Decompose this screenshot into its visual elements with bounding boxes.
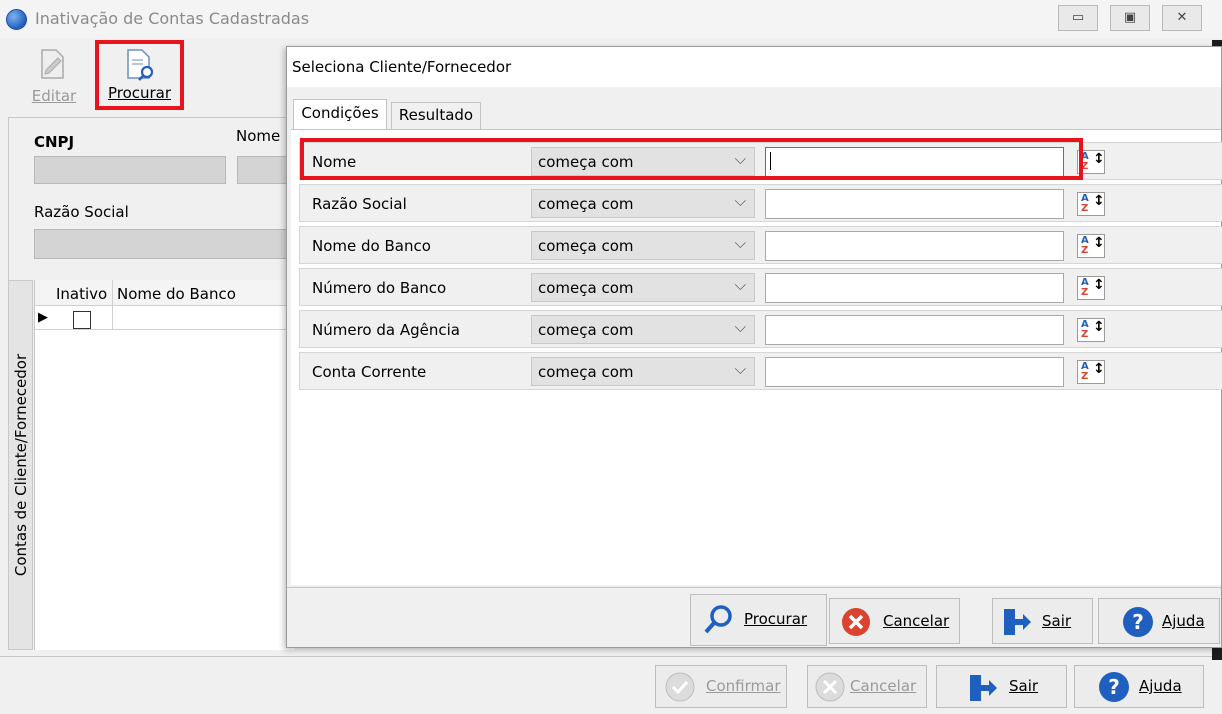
check-icon: [665, 672, 695, 702]
inativo-checkbox[interactable]: [73, 311, 91, 329]
search-document-icon: [127, 49, 154, 81]
dialog-help-button[interactable]: ? Ajuda: [1098, 598, 1220, 644]
row-indicator-icon: ▶: [38, 310, 48, 325]
main-cancel-button[interactable]: Cancelar: [807, 665, 927, 708]
cancel-icon: [815, 672, 845, 702]
edit-button-label: Editar: [31, 87, 77, 105]
operator-value: começa com: [538, 321, 634, 339]
sort-az-icon[interactable]: A Z ↕: [1077, 276, 1105, 300]
condition-label: Número do Banco: [312, 279, 447, 297]
razao-social-input[interactable]: [765, 189, 1064, 219]
svg-text:?: ?: [1132, 610, 1144, 634]
select-client-dialog: Seleciona Cliente/Fornecedor Condições R…: [286, 46, 1222, 648]
condition-row-numero-banco: Número do Banco começa com ⌵ A Z ↕: [299, 268, 1222, 306]
operator-select[interactable]: começa com ⌵: [531, 189, 755, 218]
dialog-help-label: Ajuda: [1162, 612, 1205, 630]
nome-label: Nome F: [236, 127, 294, 145]
conta-corrente-input[interactable]: [765, 357, 1064, 387]
numero-agencia-input[interactable]: [765, 315, 1064, 345]
cnpj-label: CNPJ: [34, 133, 75, 151]
edit-button[interactable]: Editar: [14, 44, 94, 109]
vertical-tab-accounts[interactable]: Contas de Cliente/Fornecedor: [8, 280, 33, 650]
operator-select[interactable]: começa com ⌵: [531, 273, 755, 302]
chevron-down-icon: ⌵: [734, 360, 746, 378]
chevron-down-icon: ⌵: [734, 276, 746, 294]
conditions-panel: Nome começa com ⌵ A Z ↕ Razão Social começa…: [291, 129, 1222, 585]
confirm-label: Confirmar: [706, 677, 781, 695]
chevron-down-icon: ⌵: [734, 192, 746, 210]
operator-value: começa com: [538, 279, 634, 297]
sort-az-icon[interactable]: A Z ↕: [1077, 360, 1105, 384]
main-exit-button[interactable]: Sair: [936, 665, 1067, 708]
restore-button[interactable]: ▣: [1110, 5, 1150, 31]
nome-row-highlight: [300, 138, 1083, 180]
help-icon: ?: [1123, 607, 1153, 637]
cancel-icon: [842, 608, 870, 636]
minimize-button[interactable]: ▭: [1058, 5, 1098, 31]
accounts-grid[interactable]: Inativo Nome do Banco ▶: [34, 280, 295, 650]
operator-select[interactable]: começa com ⌵: [531, 357, 755, 386]
operator-select[interactable]: começa com ⌵: [531, 315, 755, 344]
main-help-label: Ajuda: [1139, 677, 1182, 695]
razao-social-label: Razão Social: [34, 203, 129, 221]
main-help-button[interactable]: ? Ajuda: [1074, 665, 1204, 708]
dialog-cancel-button[interactable]: Cancelar: [829, 598, 960, 644]
operator-value: começa com: [538, 195, 634, 213]
dialog-search-button[interactable]: Procurar: [690, 594, 827, 646]
sort-az-icon[interactable]: A Z ↕: [1077, 192, 1105, 216]
condition-row-numero-agencia: Número da Agência começa com ⌵ A Z ↕: [299, 310, 1222, 348]
sort-az-icon[interactable]: A Z ↕: [1077, 234, 1105, 258]
grid-column-nome-banco[interactable]: Nome do Banco: [117, 285, 236, 303]
toolbar-search-label: Procurar: [107, 84, 172, 102]
dialog-cancel-label: Cancelar: [883, 612, 950, 630]
confirm-button[interactable]: Confirmar: [655, 665, 787, 708]
tab-results[interactable]: Resultado: [391, 102, 481, 129]
sort-az-icon[interactable]: A Z ↕: [1077, 318, 1105, 342]
vertical-tab-label: Contas de Cliente/Fornecedor: [11, 353, 30, 577]
dialog-exit-button[interactable]: Sair: [992, 598, 1093, 644]
toolbar-search-button[interactable]: Procurar: [95, 40, 184, 110]
grid-column-inativo[interactable]: Inativo: [56, 285, 107, 303]
globe-app-icon: [6, 9, 27, 30]
close-button[interactable]: ✕: [1162, 5, 1202, 31]
cnpj-field[interactable]: [34, 156, 226, 184]
search-icon: [704, 605, 732, 634]
help-icon: ?: [1099, 672, 1129, 702]
svg-text:?: ?: [1108, 675, 1120, 699]
chevron-down-icon: ⌵: [734, 318, 746, 336]
condition-row-nome-banco: Nome do Banco começa com ⌵ A Z ↕: [299, 226, 1222, 264]
exit-door-icon: [1004, 609, 1031, 635]
numero-banco-input[interactable]: [765, 273, 1064, 303]
dialog-search-label: Procurar: [744, 610, 808, 628]
dialog-title: Seleciona Cliente/Fornecedor: [292, 58, 512, 76]
condition-label: Número da Agência: [312, 321, 460, 339]
dialog-footer: Procurar Cancelar Sair ? Ajuda: [287, 587, 1221, 647]
condition-label: Razão Social: [312, 195, 407, 213]
condition-label: Nome do Banco: [312, 237, 431, 255]
tab-conditions[interactable]: Condições: [293, 99, 387, 130]
operator-value: começa com: [538, 363, 634, 381]
chevron-down-icon: ⌵: [734, 234, 746, 252]
window-title: Inativação de Contas Cadastradas: [35, 9, 310, 28]
exit-door-icon: [970, 675, 997, 701]
dialog-exit-label: Sair: [1042, 612, 1072, 630]
condition-row-razao-social: Razão Social começa com ⌵ A Z ↕: [299, 184, 1222, 222]
edit-document-icon: [41, 49, 64, 79]
main-exit-label: Sair: [1009, 677, 1039, 695]
nome-field[interactable]: [237, 156, 287, 184]
operator-select[interactable]: começa com ⌵: [531, 231, 755, 260]
condition-label: Conta Corrente: [312, 363, 427, 381]
nome-banco-input[interactable]: [765, 231, 1064, 261]
operator-value: começa com: [538, 237, 634, 255]
main-cancel-label: Cancelar: [850, 677, 917, 695]
razao-social-field[interactable]: [34, 229, 287, 259]
condition-row-conta-corrente: Conta Corrente começa com ⌵ A Z ↕: [299, 352, 1222, 390]
